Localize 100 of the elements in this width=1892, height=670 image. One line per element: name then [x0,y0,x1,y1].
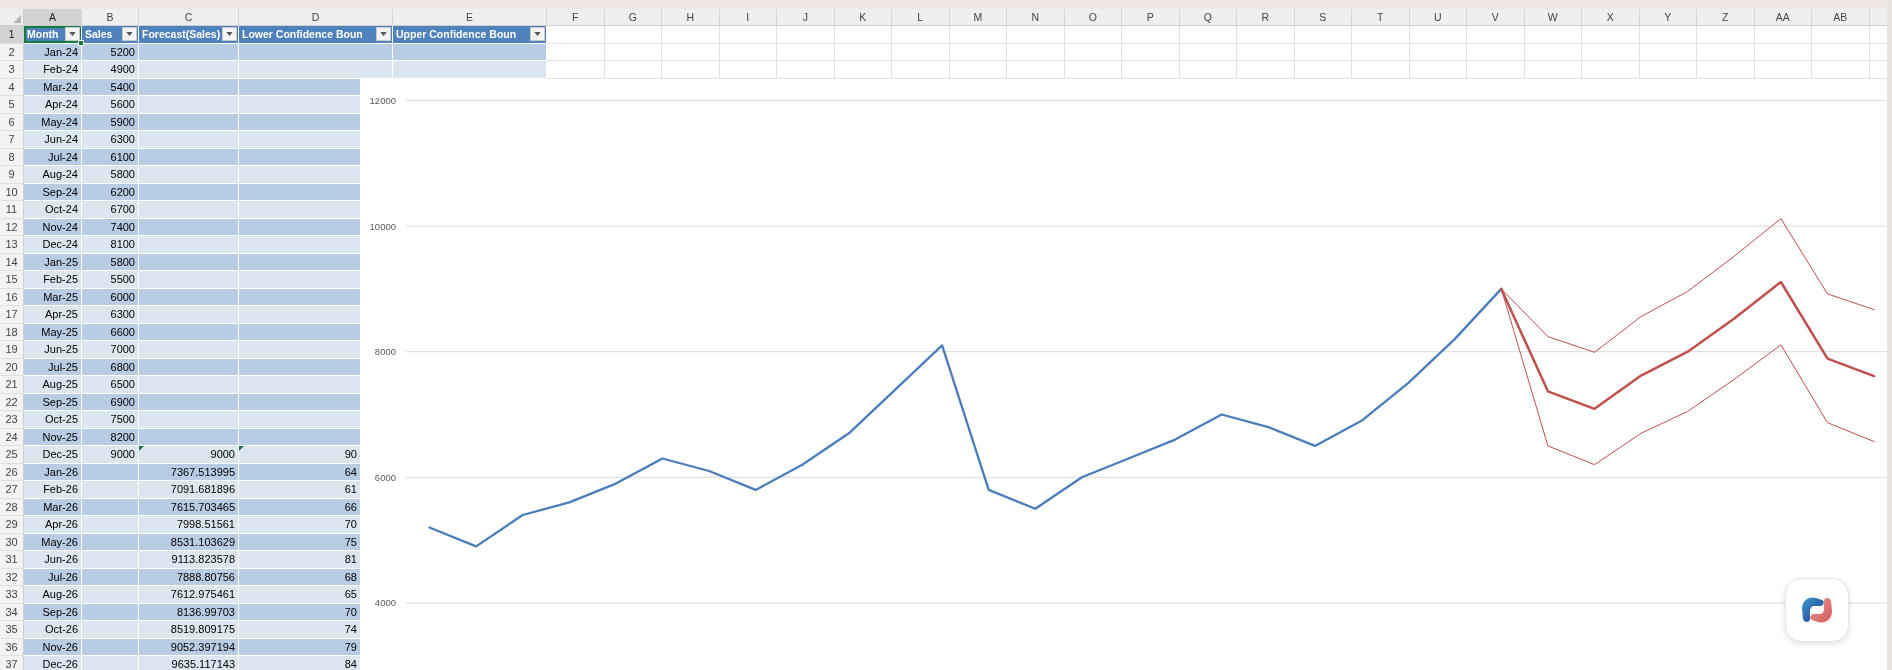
grid-cell [1179,61,1237,79]
table-cell: 6300 [82,306,139,324]
filter-button[interactable] [222,27,237,42]
table-cell: 65 [239,586,361,604]
column-header[interactable]: L [892,9,950,25]
grid-cell [662,43,720,61]
caret-icon [69,32,76,37]
row-header[interactable]: 9 [0,166,24,184]
axis-label: 6000 [374,471,396,483]
caret-icon [380,32,387,37]
grid-cell [1467,26,1525,44]
row-header[interactable]: 29 [0,516,24,534]
row-header[interactable]: 7 [0,131,24,149]
column-header[interactable]: R [1237,9,1295,25]
scrollbar-track[interactable] [1887,0,1892,670]
column-header[interactable]: J [777,9,835,25]
column-header[interactable]: N [1007,9,1065,25]
grid-cell [604,26,662,44]
grid-cell [1639,26,1697,44]
column-header[interactable]: Q [1179,9,1237,25]
grid-cell [1294,43,1352,61]
row-header[interactable]: 19 [0,341,24,359]
row-header[interactable]: 21 [0,376,24,394]
column-header[interactable]: P [1122,9,1180,25]
row-header[interactable]: 11 [0,201,24,219]
grid-cell [1237,43,1295,61]
grid-cell [1007,43,1065,61]
column-header[interactable]: Y [1639,9,1697,25]
axis-label: 10000 [369,220,396,232]
filter-button[interactable] [530,27,545,42]
table-header-cell[interactable]: Month [24,26,82,44]
assistant-button[interactable] [1785,578,1849,642]
grid-cell [1754,43,1812,61]
grid-cell [1122,61,1180,79]
row-header[interactable]: 33 [0,586,24,604]
row-header[interactable]: 17 [0,306,24,324]
column-header[interactable]: X [1582,9,1640,25]
grid-cell [1064,61,1122,79]
filter-button[interactable] [65,27,80,42]
grid-cell [1582,43,1640,61]
fill-handle[interactable] [78,39,84,46]
row-header[interactable]: 31 [0,551,24,569]
table-header-cell[interactable]: Forecast(Sales) [139,26,239,44]
table-cell: 9000 [82,446,139,464]
grid-cell [604,61,662,79]
table-cell: 8519.809175 [139,621,239,639]
table-header-cell[interactable]: Upper Confidence Boun [393,26,547,44]
column-header[interactable]: E [393,9,547,25]
column-header[interactable]: T [1352,9,1410,25]
grid-cell [1122,43,1180,61]
column-header[interactable]: C [139,9,239,25]
grid-cell [1639,43,1697,61]
row-header[interactable]: 5 [0,96,24,114]
table-cell: 84 [239,656,361,670]
grid-cell [1352,61,1410,79]
column-header[interactable]: B [82,9,139,25]
row-header[interactable]: 15 [0,271,24,289]
table-cell: 7612.975461 [139,586,239,604]
grid-cell [1064,26,1122,44]
row-header[interactable]: 37 [0,656,24,670]
grid-cell [1179,43,1237,61]
column-header[interactable]: V [1467,9,1525,25]
column-header[interactable]: I [719,9,777,25]
table-cell: Oct-25 [24,411,82,429]
column-header[interactable]: D [239,9,393,25]
column-header[interactable]: S [1294,9,1352,25]
column-header[interactable]: Z [1697,9,1755,25]
column-header[interactable]: G [604,9,662,25]
filter-button[interactable] [376,27,391,42]
table-cell: Aug-26 [24,586,82,604]
column-header[interactable]: A [24,9,82,25]
grid-cell [1582,26,1640,44]
column-header[interactable]: AA [1754,9,1812,25]
row-header[interactable]: 23 [0,411,24,429]
grid-cell [662,26,720,44]
row-header[interactable]: 25 [0,446,24,464]
grid-cell [1524,61,1582,79]
table-cell: 6500 [82,376,139,394]
table-header-cell[interactable]: Lower Confidence Boun [239,26,393,44]
column-header[interactable]: K [834,9,892,25]
filter-button[interactable] [122,27,137,42]
column-header[interactable]: U [1409,9,1467,25]
column-header[interactable]: AB [1812,9,1870,25]
caret-icon [126,32,133,37]
grid-cell [1007,61,1065,79]
column-header[interactable]: O [1064,9,1122,25]
row-header[interactable]: 13 [0,236,24,254]
row-header[interactable]: 1 [0,26,24,44]
grid-cell [1639,61,1697,79]
row-header[interactable]: 3 [0,61,24,79]
grid-cell [1697,43,1755,61]
column-header[interactable]: W [1524,9,1582,25]
column-header[interactable]: H [662,9,720,25]
table-cell: Jun-26 [24,551,82,569]
row-header[interactable]: 27 [0,481,24,499]
table-header-cell[interactable]: Sales [82,26,139,44]
row-header[interactable]: 35 [0,621,24,639]
table-cell: Dec-24 [24,236,82,254]
column-header[interactable]: M [949,9,1007,25]
column-header[interactable]: F [547,9,605,25]
